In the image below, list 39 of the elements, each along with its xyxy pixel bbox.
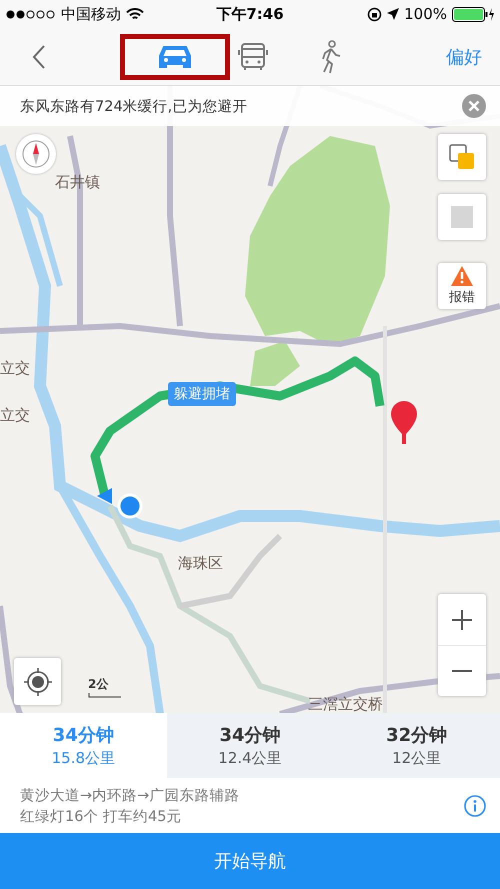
close-icon: [462, 94, 486, 118]
info-button[interactable]: [464, 794, 486, 816]
location-arrow-icon: [387, 8, 400, 20]
traffic-notice-text: 东风东路有724米缓行,已为您避开: [20, 98, 248, 116]
route-tag: 躲避拥堵: [168, 382, 236, 406]
plus-icon: [451, 608, 473, 630]
current-location-dot: [118, 494, 142, 518]
scale-bar-icon: [88, 693, 122, 698]
route-details-text: 红绿灯16个 打车约45元: [20, 808, 183, 826]
battery-percent: 100%: [404, 5, 447, 23]
scale-label: 2公: [88, 676, 110, 693]
carrier-name: 中国移动: [61, 4, 121, 24]
route-option-tab[interactable]: 34分钟 12.4公里: [166, 713, 334, 778]
direction-arrow-icon: [97, 488, 112, 504]
close-button[interactable]: [462, 94, 486, 118]
back-chevron-icon: [32, 44, 46, 70]
map-place-label: 三滘立交桥: [308, 695, 383, 713]
status-time: 下午7:46: [216, 4, 284, 24]
report-error-button[interactable]: 报错: [438, 263, 486, 309]
locate-button[interactable]: [14, 658, 61, 705]
signal-icon: [6, 10, 56, 18]
minus-icon: [451, 670, 473, 672]
map-place-label: 立交: [0, 406, 30, 425]
route-roads-text: 黄沙大道→内环路→广园东路辅路: [20, 786, 240, 804]
locate-icon: [24, 668, 52, 696]
map-place-label: 石井镇: [55, 173, 100, 192]
layers-icon: [448, 143, 476, 171]
warning-icon: [451, 266, 473, 286]
map-place-label: 立交: [0, 359, 30, 378]
wifi-icon: [126, 8, 144, 20]
battery-icon: [452, 6, 494, 22]
map-layers-button[interactable]: [438, 134, 486, 180]
map-place-label: 海珠区: [178, 554, 223, 573]
rotation-lock-icon: [367, 6, 382, 22]
bus-icon: [238, 42, 268, 72]
destination-pin-icon: [391, 401, 417, 444]
compass-icon: [21, 139, 51, 169]
route-option-tab[interactable]: 32分钟 12公里: [333, 713, 500, 778]
info-icon: [464, 794, 486, 816]
